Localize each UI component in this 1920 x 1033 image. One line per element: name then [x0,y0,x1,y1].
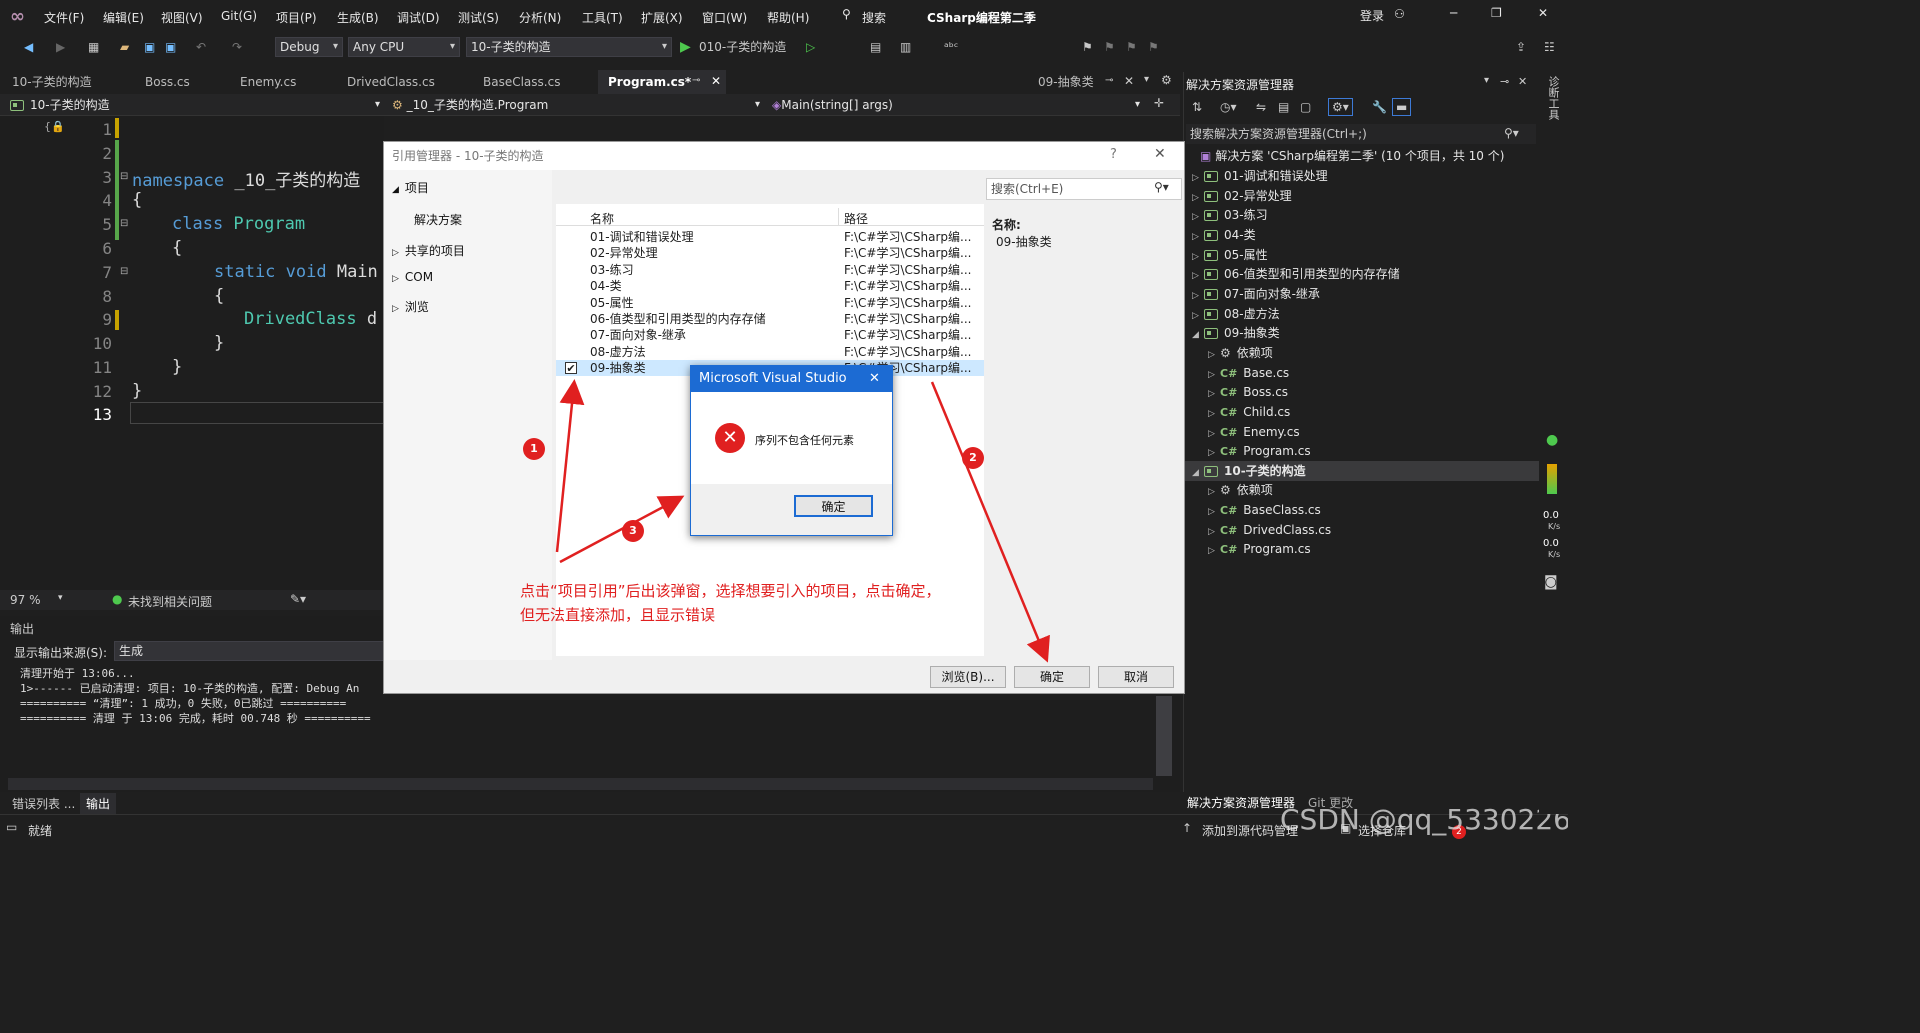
arrow-1 [555,379,585,553]
vs-window: ∞ 文件(F) 编辑(E) 视图(V) Git(G) 项目(P) 生成(B) 调… [0,0,1568,844]
annotation-arrows [555,379,1050,663]
annotation-text-line-1: 点击“项目引用”后出该弹窗，选择想要引入的项目，点击确定， [520,582,941,600]
arrow-2 [930,381,1050,663]
annotation-text-line-2: 但无法直接添加，且显示错误 [520,606,716,624]
annotation-number-1: 1 [523,438,545,460]
annotation-number-2: 2 [962,447,984,469]
arrow-3 [559,495,685,564]
annotation-number-3: 3 [622,520,644,542]
